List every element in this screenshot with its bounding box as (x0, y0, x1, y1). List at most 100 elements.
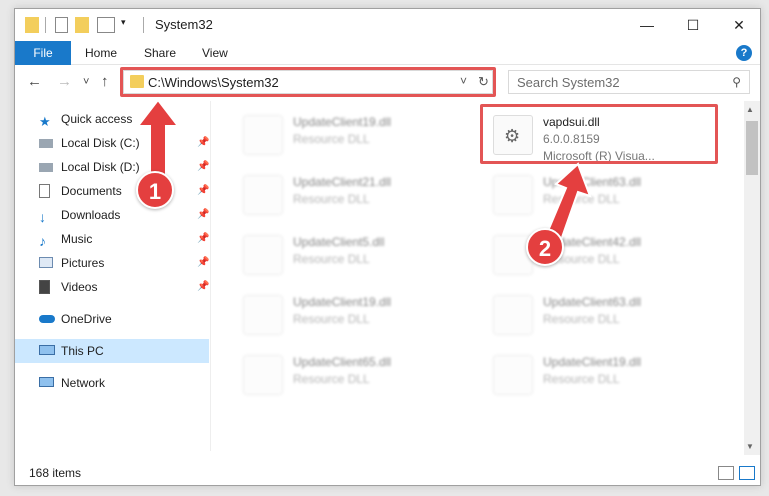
pin-icon[interactable]: 📌 (197, 227, 209, 251)
download-icon: ↓ (39, 209, 46, 225)
details-view-icon[interactable] (718, 466, 734, 480)
title-bar: ▾ System32 — ☐ ✕ (15, 9, 760, 41)
navigation-pane: ★ Quick access Local Disk (C:) 📌 Local D… (15, 101, 211, 451)
sidebar-item-label: Documents (61, 184, 122, 198)
view-options-icon[interactable] (97, 17, 115, 33)
drive-icon (39, 163, 53, 172)
customize-toolbar-icon[interactable]: ▾ (121, 17, 131, 33)
list-item[interactable]: UpdateClient63.dll Resource DLL (485, 169, 715, 225)
pin-icon[interactable]: 📌 (197, 203, 209, 227)
sidebar-item-label: Network (61, 376, 106, 390)
scroll-down-icon[interactable]: ▼ (746, 442, 754, 451)
computer-icon (39, 345, 55, 355)
sidebar-item-label: Local Disk (C:) (61, 136, 140, 150)
sidebar-item-videos[interactable]: Videos 📌 (15, 275, 209, 299)
file-highlight-box (480, 104, 718, 164)
item-count: 168 items (29, 466, 82, 480)
file-name: UpdateClient5.dll (293, 235, 385, 249)
pin-icon[interactable]: 📌 (197, 155, 209, 179)
star-icon: ★ (39, 114, 51, 129)
sidebar-item-music[interactable]: ♪ Music 📌 (15, 227, 209, 251)
pin-icon[interactable]: 📌 (197, 179, 209, 203)
search-icon[interactable]: ⚲ (732, 75, 741, 89)
tab-view[interactable]: View (202, 41, 228, 65)
sidebar-item-label: Videos (61, 280, 98, 294)
sidebar-item-onedrive[interactable]: OneDrive (15, 307, 209, 331)
file-name: UpdateClient63.dll (543, 175, 642, 189)
up-button[interactable]: ↑ (101, 73, 109, 90)
address-highlight-box (120, 67, 496, 97)
list-item[interactable]: UpdateClient19.dll Resource DLL (235, 289, 465, 345)
sidebar-item-downloads[interactable]: ↓ Downloads 📌 (15, 203, 209, 227)
tiles-view-icon[interactable] (739, 466, 755, 480)
list-item[interactable]: UpdateClient42.dll Resource DLL (485, 229, 715, 285)
sidebar-item-label: OneDrive (61, 312, 112, 326)
step-badge-1: 1 (136, 171, 174, 209)
sidebar-item-local-disk-d[interactable]: Local Disk (D:) 📌 (15, 155, 209, 179)
pin-icon[interactable]: 📌 (197, 131, 209, 155)
file-type: Resource DLL (293, 252, 370, 266)
tab-share[interactable]: Share (144, 41, 176, 65)
sidebar-item-quick-access[interactable]: ★ Quick access (15, 107, 209, 131)
file-type: Resource DLL (543, 312, 620, 326)
sidebar-item-label: Local Disk (D:) (61, 160, 140, 174)
sidebar-item-documents[interactable]: Documents 📌 (15, 179, 209, 203)
dll-file-icon (243, 115, 283, 155)
search-placeholder: Search System32 (517, 75, 620, 90)
list-item[interactable]: UpdateClient21.dll Resource DLL (235, 169, 465, 225)
new-folder-icon[interactable] (75, 17, 89, 33)
dll-file-icon (243, 235, 283, 275)
back-button[interactable]: ← (27, 73, 42, 90)
help-icon[interactable]: ? (736, 45, 752, 61)
sidebar-item-this-pc[interactable]: This PC (15, 339, 209, 363)
close-button[interactable]: ✕ (716, 9, 760, 41)
divider (45, 17, 46, 33)
dll-file-icon (243, 355, 283, 395)
forward-button[interactable]: → (57, 73, 72, 90)
pictures-icon (39, 257, 53, 268)
drive-icon (39, 139, 53, 148)
tab-home[interactable]: Home (85, 41, 117, 65)
tab-file[interactable]: File (15, 41, 71, 65)
sidebar-item-label: Downloads (61, 208, 121, 222)
dll-file-icon (243, 175, 283, 215)
cloud-icon (39, 315, 55, 323)
file-name: UpdateClient19.dll (543, 355, 642, 369)
maximize-button[interactable]: ☐ (670, 9, 716, 41)
scroll-up-icon[interactable]: ▲ (746, 105, 754, 114)
list-item[interactable]: UpdateClient63.dll Resource DLL (485, 289, 715, 345)
file-type: Resource DLL (293, 192, 370, 206)
sidebar-item-local-disk-c[interactable]: Local Disk (C:) 📌 (15, 131, 209, 155)
scroll-thumb[interactable] (746, 121, 758, 175)
file-name: UpdateClient19.dll (293, 115, 392, 129)
file-name: UpdateClient65.dll (293, 355, 392, 369)
dll-file-icon (493, 295, 533, 335)
pin-icon[interactable]: 📌 (197, 275, 209, 299)
file-type: Resource DLL (293, 372, 370, 386)
dll-file-icon (243, 295, 283, 335)
minimize-button[interactable]: — (624, 9, 670, 41)
sidebar-item-network[interactable]: Network (15, 371, 209, 395)
file-type: Resource DLL (293, 132, 370, 146)
properties-icon[interactable] (55, 17, 68, 33)
recent-locations-button[interactable]: ˅ (83, 76, 89, 88)
list-item[interactable]: UpdateClient19.dll Resource DLL (235, 109, 465, 165)
list-item[interactable]: UpdateClient65.dll Resource DLL (235, 349, 465, 405)
window-title: System32 (155, 17, 213, 32)
file-type: Resource DLL (543, 372, 620, 386)
list-item[interactable]: UpdateClient5.dll Resource DLL (235, 229, 465, 285)
search-input[interactable]: Search System32 ⚲ (508, 70, 750, 94)
ribbon: File Home Share View ? (15, 41, 760, 65)
sidebar-item-pictures[interactable]: Pictures 📌 (15, 251, 209, 275)
pin-icon[interactable]: 📌 (197, 251, 209, 275)
file-name: UpdateClient21.dll (293, 175, 392, 189)
dll-file-icon (493, 355, 533, 395)
file-name: UpdateClient63.dll (543, 295, 642, 309)
sidebar-item-label: Quick access (61, 112, 133, 126)
vertical-scrollbar[interactable]: ▲ ▼ (744, 101, 760, 455)
status-bar: 168 items (15, 461, 760, 485)
divider (143, 17, 144, 33)
file-type: Resource DLL (543, 192, 620, 206)
list-item[interactable]: UpdateClient19.dll Resource DLL (485, 349, 715, 405)
file-type: Resource DLL (293, 312, 370, 326)
